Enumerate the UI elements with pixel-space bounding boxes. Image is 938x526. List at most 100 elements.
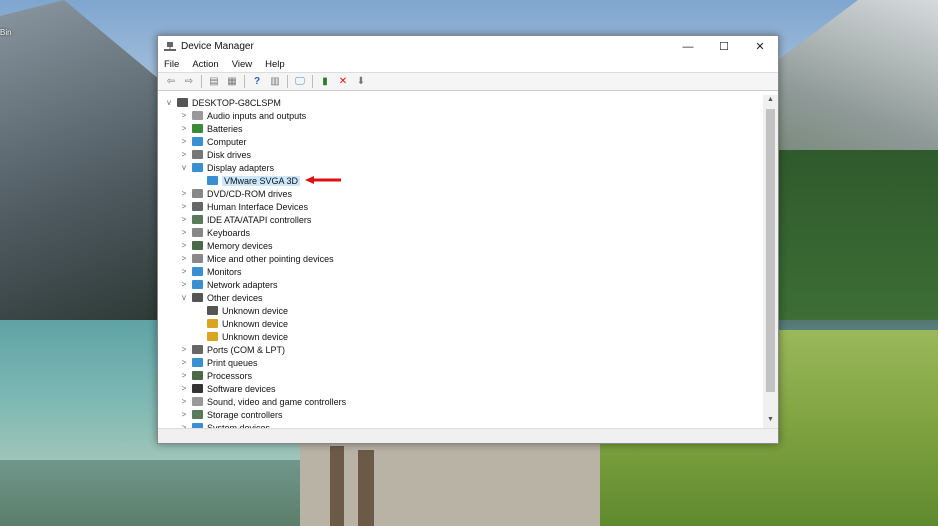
menu-view[interactable]: View bbox=[232, 59, 252, 70]
disable-device-icon: ⬇ bbox=[356, 76, 366, 87]
scrollbar-thumb[interactable] bbox=[766, 109, 775, 392]
tree-item-label: Sound, video and game controllers bbox=[207, 396, 347, 407]
device-category-icon bbox=[192, 345, 203, 354]
device-tree: v DESKTOP-G8CLSPM > Audio inputs and output… bbox=[158, 95, 764, 429]
chevron-down-icon[interactable]: v bbox=[164, 98, 174, 107]
scroll-up-icon[interactable]: ▲ bbox=[763, 96, 778, 108]
tree-item-label: Unknown device bbox=[222, 318, 289, 329]
action-pane-button[interactable]: ▥ bbox=[266, 74, 284, 89]
tree-item-label: Other devices bbox=[207, 292, 263, 303]
toolbar-separator bbox=[244, 75, 245, 88]
back-arrow-icon: ⇦ bbox=[166, 76, 176, 87]
tree-item[interactable]: > Mice and other pointing devices bbox=[158, 252, 764, 265]
tree-item[interactable]: > Ports (COM & LPT) bbox=[158, 343, 764, 356]
chevron-right-icon[interactable]: > bbox=[179, 397, 189, 406]
scroll-down-icon[interactable]: ▼ bbox=[763, 416, 778, 428]
chevron-right-icon[interactable]: > bbox=[179, 137, 189, 146]
tree-item[interactable]: > Audio inputs and outputs bbox=[158, 109, 764, 122]
tree-item[interactable]: > Processors bbox=[158, 369, 764, 382]
device-category-icon bbox=[192, 111, 203, 120]
toolbar-separator bbox=[287, 75, 288, 88]
tree-item[interactable]: > IDE ATA/ATAPI controllers bbox=[158, 213, 764, 226]
tree-item[interactable]: VMware SVGA 3D bbox=[158, 174, 764, 187]
tree-item[interactable]: v DESKTOP-G8CLSPM bbox=[158, 96, 764, 109]
update-driver-icon: ▮ bbox=[322, 76, 328, 87]
tree-item[interactable]: Unknown device bbox=[158, 330, 764, 343]
tree-item-label: Human Interface Devices bbox=[207, 201, 309, 212]
chevron-right-icon[interactable]: > bbox=[179, 371, 189, 380]
tree-item[interactable]: Unknown device bbox=[158, 304, 764, 317]
menu-help[interactable]: Help bbox=[265, 59, 285, 70]
chevron-right-icon[interactable]: > bbox=[179, 228, 189, 237]
device-category-icon bbox=[192, 293, 203, 302]
vertical-scrollbar[interactable]: ▲ ▼ bbox=[763, 95, 778, 429]
tree-item[interactable]: > Batteries bbox=[158, 122, 764, 135]
tree-item-label: Mice and other pointing devices bbox=[207, 253, 334, 264]
tree-item[interactable]: > Monitors bbox=[158, 265, 764, 278]
device-category-icon bbox=[192, 215, 203, 224]
uninstall-button[interactable]: ✕ bbox=[334, 74, 352, 89]
device-category-icon bbox=[192, 280, 203, 289]
chevron-down-icon[interactable]: v bbox=[179, 163, 189, 172]
tree-item[interactable]: > Computer bbox=[158, 135, 764, 148]
tree-item[interactable]: > Memory devices bbox=[158, 239, 764, 252]
chevron-right-icon[interactable]: > bbox=[179, 267, 189, 276]
tree-item[interactable]: > Storage controllers bbox=[158, 408, 764, 421]
device-category-icon bbox=[192, 189, 203, 198]
tree-item-label: Storage controllers bbox=[207, 409, 283, 420]
device-manager-window: Device Manager — ☐ ✕ File Action View Help … bbox=[157, 35, 779, 444]
tree-item[interactable]: > Sound, video and game controllers bbox=[158, 395, 764, 408]
properties-button[interactable]: ▦ bbox=[223, 74, 241, 89]
recycle-bin-label[interactable]: Bin bbox=[0, 28, 12, 37]
update-driver-button[interactable]: ▮ bbox=[316, 74, 334, 89]
back-arrow-button[interactable]: ⇦ bbox=[162, 74, 180, 89]
tree-item[interactable]: > Disk drives bbox=[158, 148, 764, 161]
chevron-right-icon[interactable]: > bbox=[179, 241, 189, 250]
tree-item-label: Display adapters bbox=[207, 162, 275, 173]
tree-item[interactable]: > Network adapters bbox=[158, 278, 764, 291]
chevron-right-icon[interactable]: > bbox=[179, 358, 189, 367]
menu-action[interactable]: Action bbox=[192, 59, 218, 70]
toolbar-separator bbox=[201, 75, 202, 88]
tree-item[interactable]: v Display adapters bbox=[158, 161, 764, 174]
chevron-right-icon[interactable]: > bbox=[179, 345, 189, 354]
close-button[interactable]: ✕ bbox=[742, 36, 778, 57]
chevron-down-icon[interactable]: v bbox=[179, 293, 189, 302]
tree-item[interactable]: Unknown device bbox=[158, 317, 764, 330]
tree-item[interactable]: > DVD/CD-ROM drives bbox=[158, 187, 764, 200]
scan-hardware-monitor-button[interactable]: 🖵 bbox=[291, 74, 309, 89]
properties-pane-icon: ▤ bbox=[209, 76, 219, 87]
tree-item-label: Keyboards bbox=[207, 227, 251, 238]
chevron-right-icon[interactable]: > bbox=[179, 111, 189, 120]
wallpaper-mountain-left bbox=[0, 0, 160, 320]
window-title: Device Manager bbox=[181, 41, 254, 52]
wallpaper-fence bbox=[358, 450, 374, 526]
chevron-right-icon[interactable]: > bbox=[179, 254, 189, 263]
red-annotation-arrow-icon bbox=[305, 176, 341, 184]
title-bar[interactable]: Device Manager — ☐ ✕ bbox=[158, 36, 778, 57]
device-category-icon bbox=[192, 254, 203, 263]
tree-item[interactable]: v Other devices bbox=[158, 291, 764, 304]
device-category-icon bbox=[192, 124, 203, 133]
chevron-right-icon[interactable]: > bbox=[179, 280, 189, 289]
help-button[interactable]: ? bbox=[248, 74, 266, 89]
chevron-right-icon[interactable]: > bbox=[179, 410, 189, 419]
forward-arrow-button[interactable]: ⇨ bbox=[180, 74, 198, 89]
properties-icon: ▦ bbox=[227, 76, 237, 87]
chevron-right-icon[interactable]: > bbox=[179, 215, 189, 224]
menu-file[interactable]: File bbox=[164, 59, 179, 70]
disable-device-button[interactable]: ⬇ bbox=[352, 74, 370, 89]
chevron-right-icon[interactable]: > bbox=[179, 189, 189, 198]
tree-item[interactable]: > Human Interface Devices bbox=[158, 200, 764, 213]
maximize-button[interactable]: ☐ bbox=[706, 36, 742, 57]
tree-item[interactable]: > Print queues bbox=[158, 356, 764, 369]
chevron-right-icon[interactable]: > bbox=[179, 124, 189, 133]
chevron-right-icon[interactable]: > bbox=[179, 202, 189, 211]
chevron-right-icon[interactable]: > bbox=[179, 150, 189, 159]
tree-item[interactable]: > Keyboards bbox=[158, 226, 764, 239]
chevron-right-icon[interactable]: > bbox=[179, 384, 189, 393]
device-category-icon bbox=[192, 202, 203, 211]
properties-pane-button[interactable]: ▤ bbox=[205, 74, 223, 89]
tree-item[interactable]: > Software devices bbox=[158, 382, 764, 395]
minimize-button[interactable]: — bbox=[670, 36, 706, 57]
